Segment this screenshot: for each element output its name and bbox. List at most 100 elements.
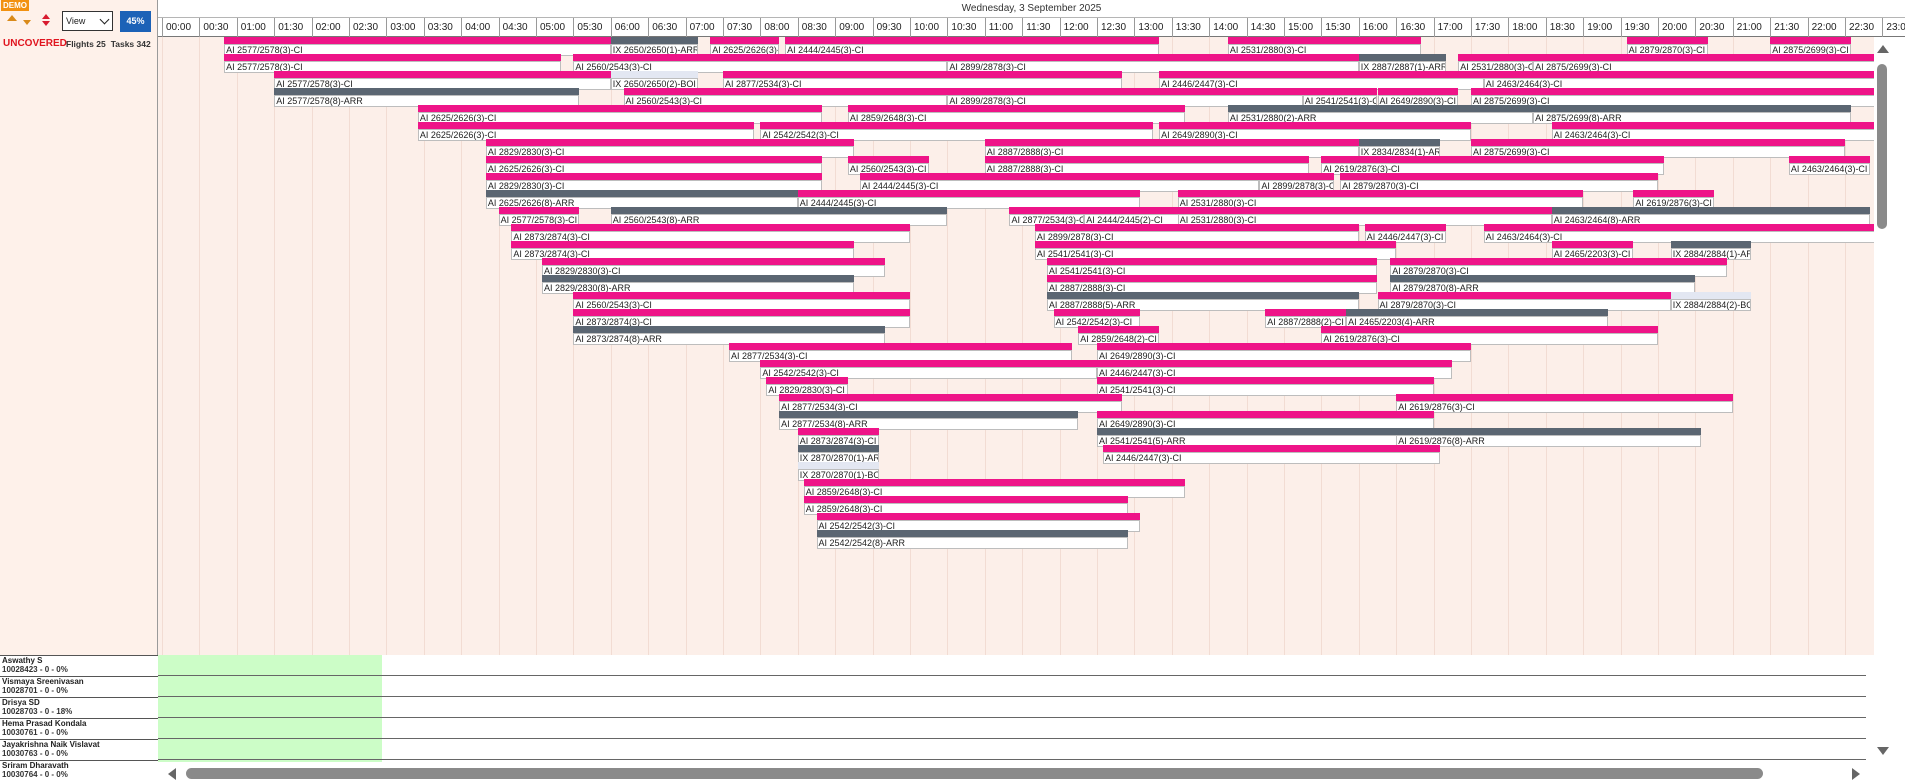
grid-line bbox=[386, 37, 388, 655]
grid-line bbox=[236, 37, 238, 655]
task-block[interactable]: IX 2884/2884(2)-BOI bbox=[1670, 292, 1752, 312]
staff-row[interactable]: Aswathy S 10028423 - 0 - 0% bbox=[0, 655, 158, 675]
task-bar bbox=[1265, 309, 1347, 316]
task-bar bbox=[1471, 88, 1905, 95]
task-bar bbox=[728, 343, 1073, 350]
tasks-count: Tasks 342 bbox=[110, 39, 151, 49]
task-bar bbox=[1034, 241, 1397, 248]
task-bar bbox=[274, 71, 611, 78]
expand-down-icon[interactable] bbox=[23, 20, 31, 25]
task-block[interactable]: AI 2619/2876(3)-CI bbox=[1396, 394, 1733, 414]
horizontal-scroll-thumb[interactable] bbox=[186, 768, 1763, 779]
task-bar bbox=[573, 309, 910, 316]
task-bar bbox=[573, 326, 886, 333]
time-tick: 02:00 bbox=[311, 18, 341, 37]
grid-line bbox=[199, 37, 201, 655]
staff-row[interactable]: Jayakrishna Naik Vislavat 10030763 - 0 - … bbox=[0, 739, 158, 759]
task-bar bbox=[573, 54, 948, 61]
time-tick: 17:00 bbox=[1433, 18, 1463, 37]
time-tick: 21:30 bbox=[1770, 18, 1799, 37]
task-area[interactable]: AI 2577/2578(3)-CI IX 2650/2650(1)-ARR AI … bbox=[158, 37, 1905, 655]
task-bar bbox=[1097, 428, 1403, 435]
grid-line bbox=[274, 37, 276, 655]
grid-line bbox=[1545, 37, 1547, 655]
task-bar bbox=[1390, 258, 1727, 265]
task-bar bbox=[1097, 343, 1471, 350]
task-bar bbox=[224, 37, 611, 44]
staff-code: 10028423 - 0 - 0% bbox=[2, 665, 68, 674]
view-select[interactable]: View bbox=[62, 11, 113, 31]
task-bar bbox=[1551, 122, 1905, 129]
sort-icon[interactable] bbox=[42, 14, 50, 28]
task-bar bbox=[1788, 156, 1870, 163]
task-block[interactable]: AI 2541/2541(3)-CI bbox=[1097, 377, 1434, 397]
task-bar bbox=[760, 122, 1154, 129]
scroll-left-icon[interactable] bbox=[168, 768, 176, 780]
task-bar bbox=[511, 224, 910, 231]
staff-name: Drisya SD bbox=[2, 698, 40, 707]
task-bar bbox=[485, 173, 823, 180]
task-block[interactable]: AI 2542/2542(8)-ARR bbox=[816, 530, 1129, 550]
staff-divider bbox=[158, 675, 1866, 676]
task-bar bbox=[1097, 377, 1434, 384]
staff-name: Sriram Dharavath bbox=[2, 761, 69, 770]
staff-row[interactable]: Drisya SD 10028703 - 0 - 18% bbox=[0, 697, 158, 717]
task-bar bbox=[803, 496, 1129, 503]
task-bar bbox=[498, 207, 580, 214]
task-bar bbox=[1159, 71, 1484, 78]
task-bar bbox=[1377, 88, 1459, 95]
staff-row[interactable]: Sriram Dharavath 10030764 - 0 - 0% bbox=[0, 760, 158, 780]
staff-name: Vismaya Sreenivasan bbox=[2, 677, 84, 686]
scroll-right-icon[interactable] bbox=[1852, 768, 1860, 780]
time-tick: 16:30 bbox=[1396, 18, 1425, 37]
staff-code: 10030761 - 0 - 0% bbox=[2, 728, 68, 737]
task-bar bbox=[1633, 190, 1715, 197]
task-bar bbox=[1177, 207, 1552, 214]
task-label: AI 2542/2542(8)-ARR bbox=[816, 537, 1129, 549]
collapse-up-icon[interactable] bbox=[7, 15, 17, 21]
task-bar bbox=[417, 105, 823, 112]
task-bar bbox=[1346, 309, 1608, 316]
chevron-down-icon bbox=[99, 14, 110, 25]
uncovered-label[interactable]: UNCOVERED bbox=[3, 38, 67, 49]
task-bar bbox=[610, 37, 699, 44]
task-block[interactable]: AI 2446/2447(3)-CI bbox=[1102, 445, 1440, 465]
task-bar bbox=[947, 88, 1303, 95]
vertical-scroll-thumb[interactable] bbox=[1877, 64, 1887, 229]
staff-divider bbox=[158, 738, 1866, 739]
scroll-up-icon[interactable] bbox=[1877, 45, 1889, 53]
time-tick: 05:00 bbox=[536, 18, 565, 37]
coverage-percent-button[interactable]: 45% bbox=[120, 11, 151, 32]
grid-line bbox=[1471, 37, 1472, 655]
task-block[interactable]: AI 2619/2876(8)-ARR bbox=[1396, 428, 1702, 448]
task-bar bbox=[1102, 445, 1440, 452]
staff-row[interactable]: Vismaya Sreenivasan 10028701 - 0 - 0% bbox=[0, 676, 158, 696]
time-tick: 00:30 bbox=[199, 18, 228, 37]
task-bar bbox=[779, 394, 1122, 401]
task-label: AI 2619/2876(3)-CI bbox=[1396, 401, 1733, 413]
task-bar bbox=[1358, 139, 1440, 146]
task-bar bbox=[766, 377, 848, 384]
task-bar bbox=[785, 37, 1160, 44]
time-tick: 09:30 bbox=[872, 18, 902, 37]
task-bar bbox=[1046, 292, 1359, 299]
staff-divider bbox=[158, 696, 1866, 697]
staff-row[interactable]: Hema Prasad Kondala 10030761 - 0 - 0% bbox=[0, 718, 158, 738]
vertical-scrollbar[interactable] bbox=[1874, 37, 1905, 784]
date-title: Wednesday, 3 September 2025 bbox=[158, 0, 1905, 17]
task-bar bbox=[760, 360, 1097, 367]
task-bar bbox=[847, 156, 929, 163]
task-bar bbox=[610, 207, 948, 214]
task-block[interactable]: AI 2463/2464(3)-CI bbox=[1788, 156, 1870, 176]
flights-count: Flights 25 bbox=[66, 39, 106, 49]
task-bar bbox=[1078, 326, 1160, 333]
roster-app: DEMO View 45% UNCOVERED Flights 25 Tasks … bbox=[0, 0, 1905, 784]
staff-timeline[interactable] bbox=[158, 655, 1874, 781]
time-tick: 15:00 bbox=[1284, 18, 1313, 37]
task-bar bbox=[984, 139, 1359, 146]
task-bar bbox=[947, 54, 1359, 61]
task-bar bbox=[1358, 54, 1447, 61]
task-bar bbox=[1046, 275, 1378, 282]
scroll-down-icon[interactable] bbox=[1877, 747, 1889, 755]
horizontal-scrollbar[interactable] bbox=[158, 762, 1874, 784]
